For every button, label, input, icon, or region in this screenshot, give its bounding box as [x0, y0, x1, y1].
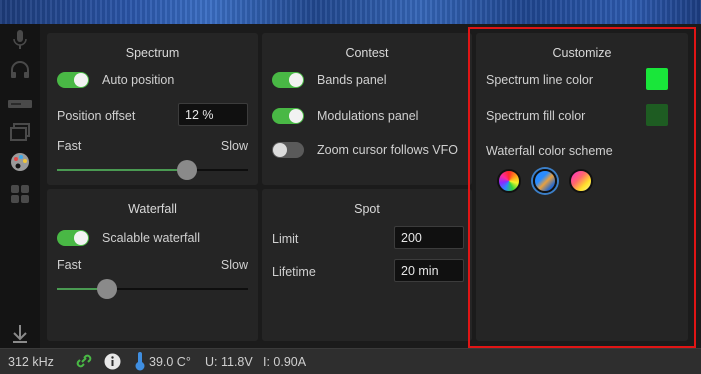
- spectrum-panel: Spectrum Auto position Position offset 1…: [47, 33, 258, 185]
- spot-limit-label: Limit: [272, 232, 299, 246]
- thermometer-icon: [134, 351, 146, 374]
- down-arrow-icon[interactable]: [8, 322, 32, 346]
- voltage-readout: U: 11.8V: [205, 355, 253, 369]
- waterfall-speed-slider[interactable]: [57, 279, 248, 299]
- waterfall-speed-slow-label: Slow: [220, 258, 248, 272]
- waterfall-preview-strip: [0, 0, 701, 24]
- bands-panel-label: Bands panel: [317, 73, 387, 87]
- scalable-waterfall-label: Scalable waterfall: [102, 231, 200, 245]
- radio-icon[interactable]: [8, 92, 32, 116]
- zoom-cursor-toggle[interactable]: [272, 142, 304, 158]
- spot-panel: Spot Limit 200 Lifetime 20 min: [262, 189, 472, 341]
- waterfall-title: Waterfall: [128, 202, 177, 216]
- waterfall-panel: Waterfall Scalable waterfall Fast Slow: [47, 189, 258, 341]
- zoom-cursor-label: Zoom cursor follows VFO: [317, 143, 459, 157]
- microphone-icon[interactable]: [8, 28, 32, 52]
- auto-position-label: Auto position: [102, 73, 175, 87]
- spectrum-speed-fast-label: Fast: [57, 139, 82, 153]
- temperature-readout: 39.0 C°: [149, 355, 191, 369]
- current-readout: I: 0.90A: [263, 355, 307, 369]
- palette-icon[interactable]: [8, 150, 32, 174]
- spectrum-slider-thumb[interactable]: [176, 160, 197, 180]
- bands-panel-toggle[interactable]: [272, 72, 304, 88]
- bandwidth-readout: 312 kHz: [8, 355, 54, 369]
- customize-highlight-frame: [468, 27, 696, 348]
- windows-icon[interactable]: [8, 120, 32, 144]
- position-offset-input[interactable]: 12 %: [178, 103, 248, 126]
- waterfall-slider-thumb[interactable]: [96, 279, 117, 299]
- spectrum-title: Spectrum: [125, 46, 180, 60]
- scalable-waterfall-toggle[interactable]: [57, 230, 89, 246]
- spot-limit-input[interactable]: 200: [394, 226, 464, 249]
- modulations-panel-toggle[interactable]: [272, 108, 304, 124]
- status-bar: 312 kHz 39.0 C° U: 11.8V I: 0.90A: [0, 348, 701, 374]
- contest-title: Contest: [345, 46, 389, 60]
- waterfall-speed-fast-label: Fast: [57, 258, 82, 272]
- link-icon[interactable]: [75, 353, 93, 372]
- spot-title: Spot: [354, 202, 380, 216]
- spot-lifetime-label: Lifetime: [272, 265, 316, 279]
- spectrum-speed-slow-label: Slow: [220, 139, 248, 153]
- contest-panel: Contest Bands panel Modulations panel Zo…: [262, 33, 472, 185]
- grid-icon[interactable]: [8, 182, 32, 206]
- info-icon[interactable]: [104, 353, 121, 373]
- left-sidebar: [0, 24, 40, 348]
- modulations-panel-label: Modulations panel: [317, 109, 419, 123]
- auto-position-toggle[interactable]: [57, 72, 89, 88]
- spot-lifetime-input[interactable]: 20 min: [394, 259, 464, 282]
- position-offset-label: Position offset: [57, 109, 136, 123]
- headphones-icon[interactable]: [8, 58, 32, 82]
- spectrum-speed-slider[interactable]: [57, 160, 248, 180]
